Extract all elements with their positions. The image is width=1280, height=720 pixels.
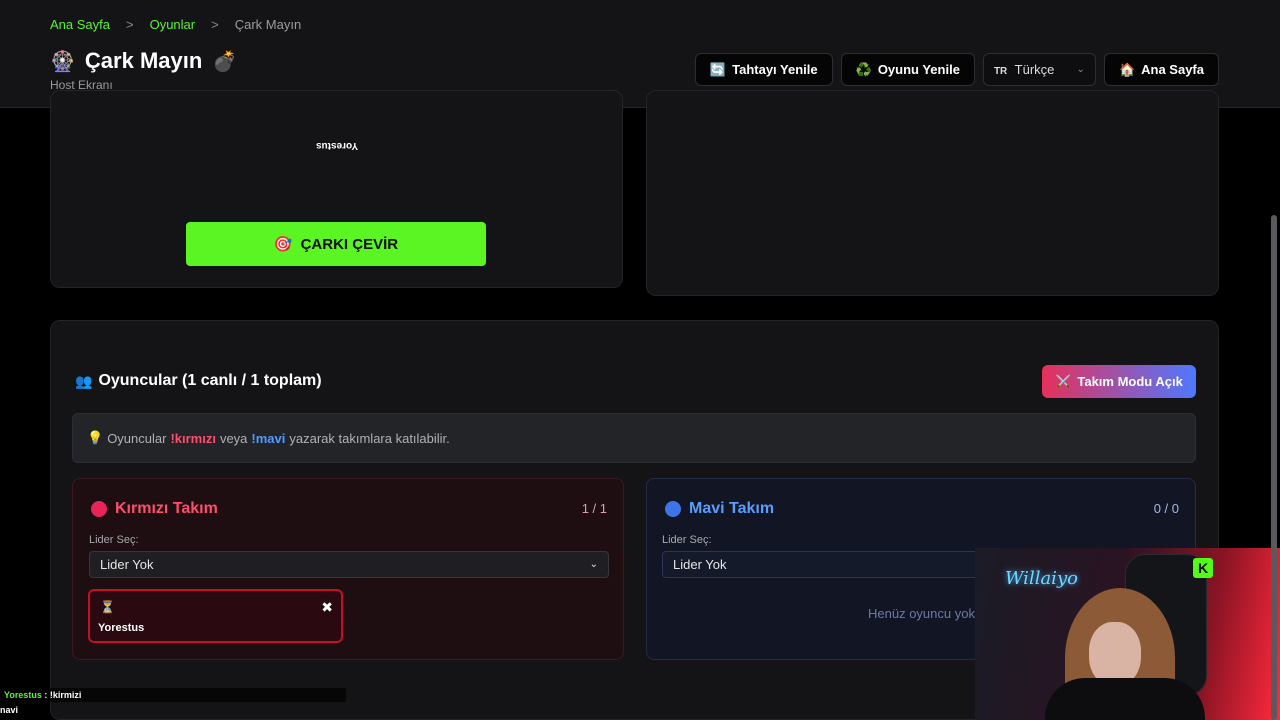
- blue-dot-icon: [665, 501, 681, 517]
- streamer-body: [1045, 678, 1205, 720]
- chevron-right-icon: >: [211, 17, 219, 32]
- player-card[interactable]: ⏳ ✖ Yorestus: [88, 589, 343, 643]
- side-card: [646, 90, 1219, 296]
- swords-icon: ⚔️: [1055, 373, 1072, 389]
- language-value-wrap: TR Türkçe: [994, 62, 1054, 77]
- chevron-right-icon: >: [126, 17, 134, 32]
- chat-overlay: Yorestus : !kirmizi navi: [0, 686, 346, 720]
- target-icon: 🎯: [273, 236, 293, 253]
- people-icon: 👥: [75, 372, 93, 389]
- breadcrumb-home-link[interactable]: Ana Sayfa: [50, 17, 110, 32]
- neon-sign: Willaiyo: [1005, 568, 1078, 589]
- blue-team-count: 0 / 0: [1153, 501, 1179, 516]
- breadcrumb: Ana Sayfa > Oyunlar > Çark Mayın: [50, 17, 301, 32]
- recycle-icon: ♻️: [855, 61, 872, 77]
- kick-logo-icon: K: [1193, 558, 1213, 578]
- chevron-down-icon: ⌄: [1076, 64, 1085, 75]
- language-select[interactable]: TR Türkçe ⌄: [982, 53, 1096, 86]
- language-value: Türkçe: [1014, 62, 1055, 77]
- blue-command: !mavi: [251, 430, 286, 446]
- house-icon: 🏠: [1118, 61, 1136, 77]
- player-name: Yorestus: [98, 622, 145, 634]
- page-scrollbar[interactable]: [1271, 215, 1277, 720]
- streamer-face: [1089, 622, 1141, 686]
- chat-separator: :: [44, 690, 48, 700]
- chevron-down-icon: ⌄: [589, 559, 598, 570]
- wheel-flipped-player-name: Yorestus: [316, 140, 359, 151]
- players-title: Oyuncular (1 canlı / 1 toplam): [98, 372, 322, 389]
- home-button-label: Ana Sayfa: [1141, 62, 1204, 77]
- info-middle: veya: [219, 430, 248, 446]
- chat-line-2: navi: [0, 705, 19, 715]
- red-leader-select[interactable]: Lider Yok ⌄: [89, 551, 609, 578]
- chat-line: Yorestus : !kirmizi: [4, 688, 346, 702]
- info-box: 💡 Oyuncular !kırmızı veya !mavi yazarak …: [72, 413, 1196, 463]
- players-heading: 👥 Oyuncular (1 canlı / 1 toplam): [75, 372, 322, 390]
- blue-leader-label: Lider Seç:: [662, 534, 712, 546]
- red-team-header: Kırmızı Takım: [91, 500, 218, 518]
- refresh-game-label: Oyunu Yenile: [877, 62, 960, 77]
- red-dot-icon: [91, 501, 107, 517]
- refresh-board-button[interactable]: 🔄 Tahtayı Yenile: [694, 53, 833, 86]
- chat-username: Yorestus: [4, 690, 42, 700]
- breadcrumb-games-link[interactable]: Oyunlar: [150, 17, 196, 32]
- refresh-game-button[interactable]: ♻️ Oyunu Yenile: [840, 53, 975, 86]
- chat-message: !kirmizi: [49, 690, 82, 700]
- spin-wheel-button[interactable]: 🎯 ÇARKI ÇEVİR: [186, 222, 486, 266]
- page-title-row: 🎡 Çark Mayın 💣: [50, 48, 237, 74]
- red-team-name: Kırmızı Takım: [115, 500, 218, 517]
- blue-team-empty-message: Henüz oyuncu yok: [868, 606, 975, 621]
- breadcrumb-current: Çark Mayın: [234, 17, 302, 32]
- red-command: !kırmızı: [170, 430, 216, 446]
- blue-leader-value: Lider Yok: [673, 557, 727, 572]
- flag-icon: TR: [993, 66, 1008, 77]
- refresh-board-label: Tahtayı Yenile: [732, 62, 818, 77]
- hourglass-icon: ⏳: [100, 600, 115, 614]
- spin-wheel-label: ÇARKI ÇEVİR: [300, 235, 399, 253]
- info-prefix: Oyuncular: [107, 430, 167, 446]
- red-team-count: 1 / 1: [581, 501, 607, 516]
- red-leader-label: Lider Seç:: [89, 534, 139, 546]
- remove-player-icon[interactable]: ✖: [321, 599, 333, 616]
- blue-team-name: Mavi Takım: [689, 500, 775, 517]
- webcam-overlay: Willaiyo K: [975, 548, 1280, 720]
- team-mode-button[interactable]: ⚔️ Takım Modu Açık: [1042, 365, 1196, 398]
- team-mode-label: Takım Modu Açık: [1077, 374, 1183, 389]
- red-leader-value: Lider Yok: [100, 557, 154, 572]
- page-title: Çark Mayın: [84, 48, 203, 73]
- bomb-icon: 💣: [212, 50, 238, 73]
- wheel-icon: 🎡: [50, 50, 75, 73]
- lightbulb-icon: 💡: [87, 430, 104, 445]
- home-button[interactable]: 🏠 Ana Sayfa: [1103, 53, 1219, 86]
- blue-team-header: Mavi Takım: [665, 500, 774, 518]
- refresh-icon: 🔄: [709, 61, 727, 77]
- info-suffix: yazarak takımlara katılabilir.: [289, 430, 450, 446]
- header-toolbar: 🔄 Tahtayı Yenile ♻️ Oyunu Yenile TR Türk…: [694, 53, 1219, 86]
